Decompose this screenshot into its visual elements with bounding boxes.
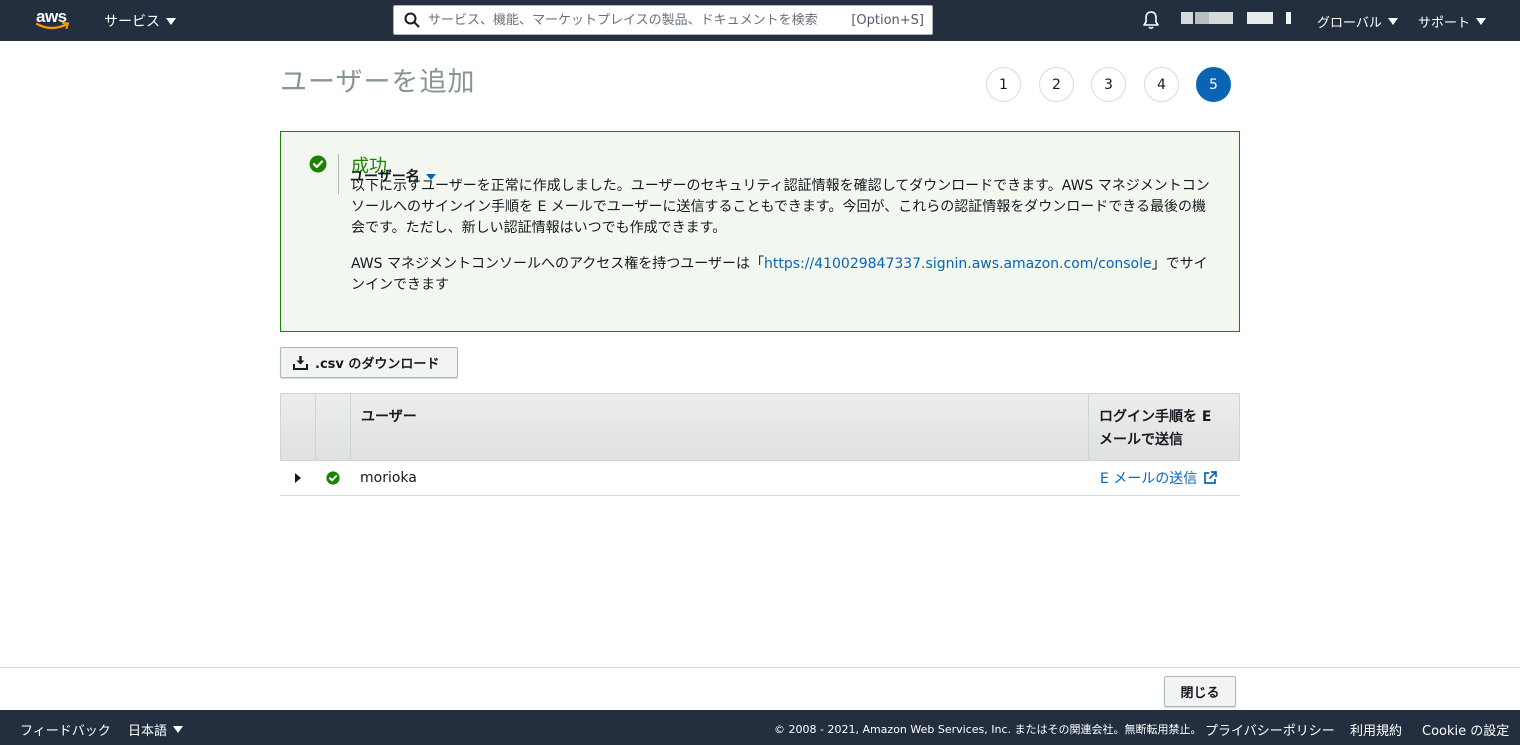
success-paragraph-1: 以下に示すユーザーを正常に作成しました。ユーザーのセキュリティ認証情報を確認して…	[351, 178, 1210, 236]
wizard-step-3[interactable]: 3	[1091, 67, 1126, 102]
aws-smile-icon	[36, 22, 70, 30]
chevron-down-icon	[173, 726, 184, 733]
wizard-action-bar: 閉じる	[0, 667, 1520, 710]
footer-feedback-link[interactable]: フィードバック	[20, 720, 111, 739]
search-shortcut-hint: [Option+S]	[851, 12, 924, 28]
account-name-redacted	[1195, 12, 1209, 24]
search-icon	[404, 12, 420, 28]
status-cell	[315, 471, 350, 485]
support-menu[interactable]: サポート	[1418, 12, 1487, 31]
footer: フィードバック 日本語 © 2008 - 2021, Amazon Web Se…	[0, 710, 1520, 745]
wizard-step-1[interactable]: 1	[986, 67, 1021, 102]
top-navigation: aws サービス [Option+S] グローバル サポート	[0, 0, 1520, 41]
footer-privacy-link[interactable]: プライバシーポリシー	[1205, 720, 1335, 739]
account-name-redacted[interactable]	[1181, 12, 1193, 24]
header-status-column	[316, 394, 351, 460]
support-label: サポート	[1418, 16, 1471, 31]
send-email-link[interactable]: E メールの送信	[1100, 468, 1218, 488]
send-email-label: E メールの送信	[1100, 471, 1198, 487]
footer-language-selector[interactable]: 日本語	[128, 720, 184, 739]
console-signin-link[interactable]: https://410029847337.signin.aws.amazon.c…	[764, 256, 1152, 272]
notifications-bell[interactable]	[1142, 10, 1160, 34]
global-search[interactable]: [Option+S]	[393, 5, 933, 35]
close-button[interactable]: 閉じる	[1164, 676, 1236, 707]
header-expand-column	[281, 394, 316, 460]
check-circle-icon	[325, 471, 340, 485]
user-name-cell: morioka	[360, 470, 417, 486]
download-csv-button[interactable]: .csv のダウンロード	[280, 347, 458, 378]
search-input[interactable]	[428, 7, 852, 33]
footer-language-label: 日本語	[128, 724, 168, 739]
console-text-prefix: AWS マネジメントコンソールへのアクセス権を持つユーザーは「	[351, 256, 765, 272]
success-message: 以下に示すユーザーを正常に作成しました。ユーザーのセキュリティ認証情報を確認して…	[351, 176, 1211, 296]
wizard-step-5-active[interactable]: 5	[1196, 67, 1231, 102]
success-divider	[338, 154, 339, 194]
page-title: ユーザーを追加	[280, 67, 476, 98]
header-send-email[interactable]: ログイン手順を E メールで送信	[1089, 394, 1239, 460]
external-link-icon	[1204, 471, 1218, 484]
wizard-step-4[interactable]: 4	[1144, 67, 1179, 102]
download-csv-label: .csv のダウンロード	[315, 357, 440, 372]
chevron-down-icon	[1387, 18, 1398, 25]
success-paragraph-2: AWS マネジメントコンソールへのアクセス権を持つユーザーは「https://4…	[351, 254, 1211, 296]
expand-cell[interactable]	[280, 473, 315, 483]
send-email-cell: E メールの送信	[1090, 468, 1240, 488]
users-table: ユーザー ログイン手順を E メールで送信 morioka E メールの送信	[280, 393, 1240, 496]
region-label: グローバル	[1317, 16, 1382, 31]
services-menu[interactable]: サービス	[104, 11, 176, 31]
chevron-down-icon	[1476, 18, 1487, 25]
table-row: morioka E メールの送信	[280, 461, 1240, 496]
account-name-redacted	[1209, 12, 1233, 24]
bell-icon	[1143, 11, 1159, 30]
aws-logo[interactable]: aws	[36, 8, 72, 34]
caret-right-icon[interactable]	[294, 473, 301, 483]
success-alert: 成功 ユーザー名 以下に示すユーザーを正常に作成しました。ユーザーのセキュリティ…	[280, 131, 1240, 332]
region-selector[interactable]: グローバル	[1317, 12, 1398, 31]
account-name-redacted	[1286, 12, 1291, 24]
download-icon	[293, 356, 308, 370]
services-label: サービス	[104, 14, 160, 30]
footer-cookie-link[interactable]: Cookie の設定	[1422, 720, 1509, 739]
chevron-down-icon	[166, 17, 176, 25]
footer-terms-link[interactable]: 利用規約	[1350, 720, 1402, 739]
header-user[interactable]: ユーザー	[351, 394, 1089, 460]
wizard-step-2[interactable]: 2	[1039, 67, 1074, 102]
account-name-redacted	[1247, 12, 1273, 24]
footer-copyright: © 2008 - 2021, Amazon Web Services, Inc.…	[774, 723, 1202, 736]
check-circle-icon	[309, 155, 327, 173]
table-header: ユーザー ログイン手順を E メールで送信	[280, 393, 1240, 461]
